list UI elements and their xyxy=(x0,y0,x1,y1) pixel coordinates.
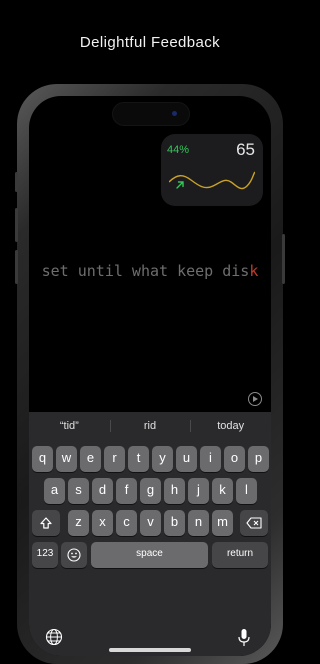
key-g[interactable]: g xyxy=(140,478,161,504)
keyboard-row-2: a s d f g h j k l xyxy=(29,478,271,504)
keyboard-row-3: z x c v b n m xyxy=(29,510,271,536)
keyboard-row-4: 123 space return xyxy=(29,542,271,568)
key-a[interactable]: a xyxy=(44,478,65,504)
key-o[interactable]: o xyxy=(224,446,245,472)
return-key[interactable]: return xyxy=(212,542,268,568)
suggestion-item[interactable]: “tid” xyxy=(29,412,110,440)
key-n[interactable]: n xyxy=(188,510,209,536)
key-b[interactable]: b xyxy=(164,510,185,536)
key-t[interactable]: t xyxy=(128,446,149,472)
key-l[interactable]: l xyxy=(236,478,257,504)
keyboard: “tid” rid today q w e r t y u i o p a s … xyxy=(29,412,271,656)
emoji-icon xyxy=(67,548,81,562)
key-y[interactable]: y xyxy=(152,446,173,472)
accuracy-value: 44% xyxy=(167,144,190,156)
key-m[interactable]: m xyxy=(212,510,233,536)
microphone-icon[interactable] xyxy=(237,628,251,648)
phone-screen: 44% 65 set until what keep disk “tid” ri… xyxy=(29,96,271,656)
accuracy-stat: 44% xyxy=(167,144,190,189)
page-headline: Delightful Feedback xyxy=(79,34,221,51)
key-q[interactable]: q xyxy=(32,446,53,472)
key-c[interactable]: c xyxy=(116,510,137,536)
phone-frame: 44% 65 set until what keep disk “tid” ri… xyxy=(15,84,285,664)
numbers-key[interactable]: 123 xyxy=(32,542,58,568)
key-z[interactable]: z xyxy=(68,510,89,536)
key-p[interactable]: p xyxy=(248,446,269,472)
suggestion-bar: “tid” rid today xyxy=(29,412,271,440)
key-w[interactable]: w xyxy=(56,446,77,472)
typing-text: set until what keep disk xyxy=(29,262,271,280)
dynamic-island xyxy=(112,102,190,126)
play-icon[interactable] xyxy=(248,392,262,406)
globe-icon[interactable] xyxy=(45,628,63,646)
current-character: k xyxy=(249,262,259,280)
key-u[interactable]: u xyxy=(176,446,197,472)
emoji-key[interactable] xyxy=(61,542,87,568)
key-v[interactable]: v xyxy=(140,510,161,536)
wpm-value: 65 xyxy=(236,140,255,159)
key-e[interactable]: e xyxy=(80,446,101,472)
stats-widget: 44% 65 xyxy=(161,134,263,206)
delete-key[interactable] xyxy=(240,510,268,536)
suggestion-item[interactable]: rid xyxy=(109,412,191,440)
key-h[interactable]: h xyxy=(164,478,185,504)
key-i[interactable]: i xyxy=(200,446,221,472)
action-button xyxy=(15,172,18,192)
volume-up-button xyxy=(15,208,18,242)
key-j[interactable]: j xyxy=(188,478,209,504)
space-key[interactable]: space xyxy=(91,542,208,568)
key-d[interactable]: d xyxy=(92,478,113,504)
camera-icon xyxy=(172,111,177,116)
suggestion-item[interactable]: today xyxy=(190,412,271,440)
key-r[interactable]: r xyxy=(104,446,125,472)
shift-key[interactable] xyxy=(32,510,60,536)
keyboard-row-1: q w e r t y u i o p xyxy=(29,446,271,472)
typed-text: set until what keep dis xyxy=(41,262,250,280)
volume-down-button xyxy=(15,250,18,284)
key-s[interactable]: s xyxy=(68,478,89,504)
key-x[interactable]: x xyxy=(92,510,113,536)
power-button xyxy=(282,234,285,284)
key-k[interactable]: k xyxy=(212,478,233,504)
key-f[interactable]: f xyxy=(116,478,137,504)
speed-sparkline xyxy=(169,171,255,190)
shift-icon xyxy=(40,517,52,529)
delete-icon xyxy=(246,517,262,529)
